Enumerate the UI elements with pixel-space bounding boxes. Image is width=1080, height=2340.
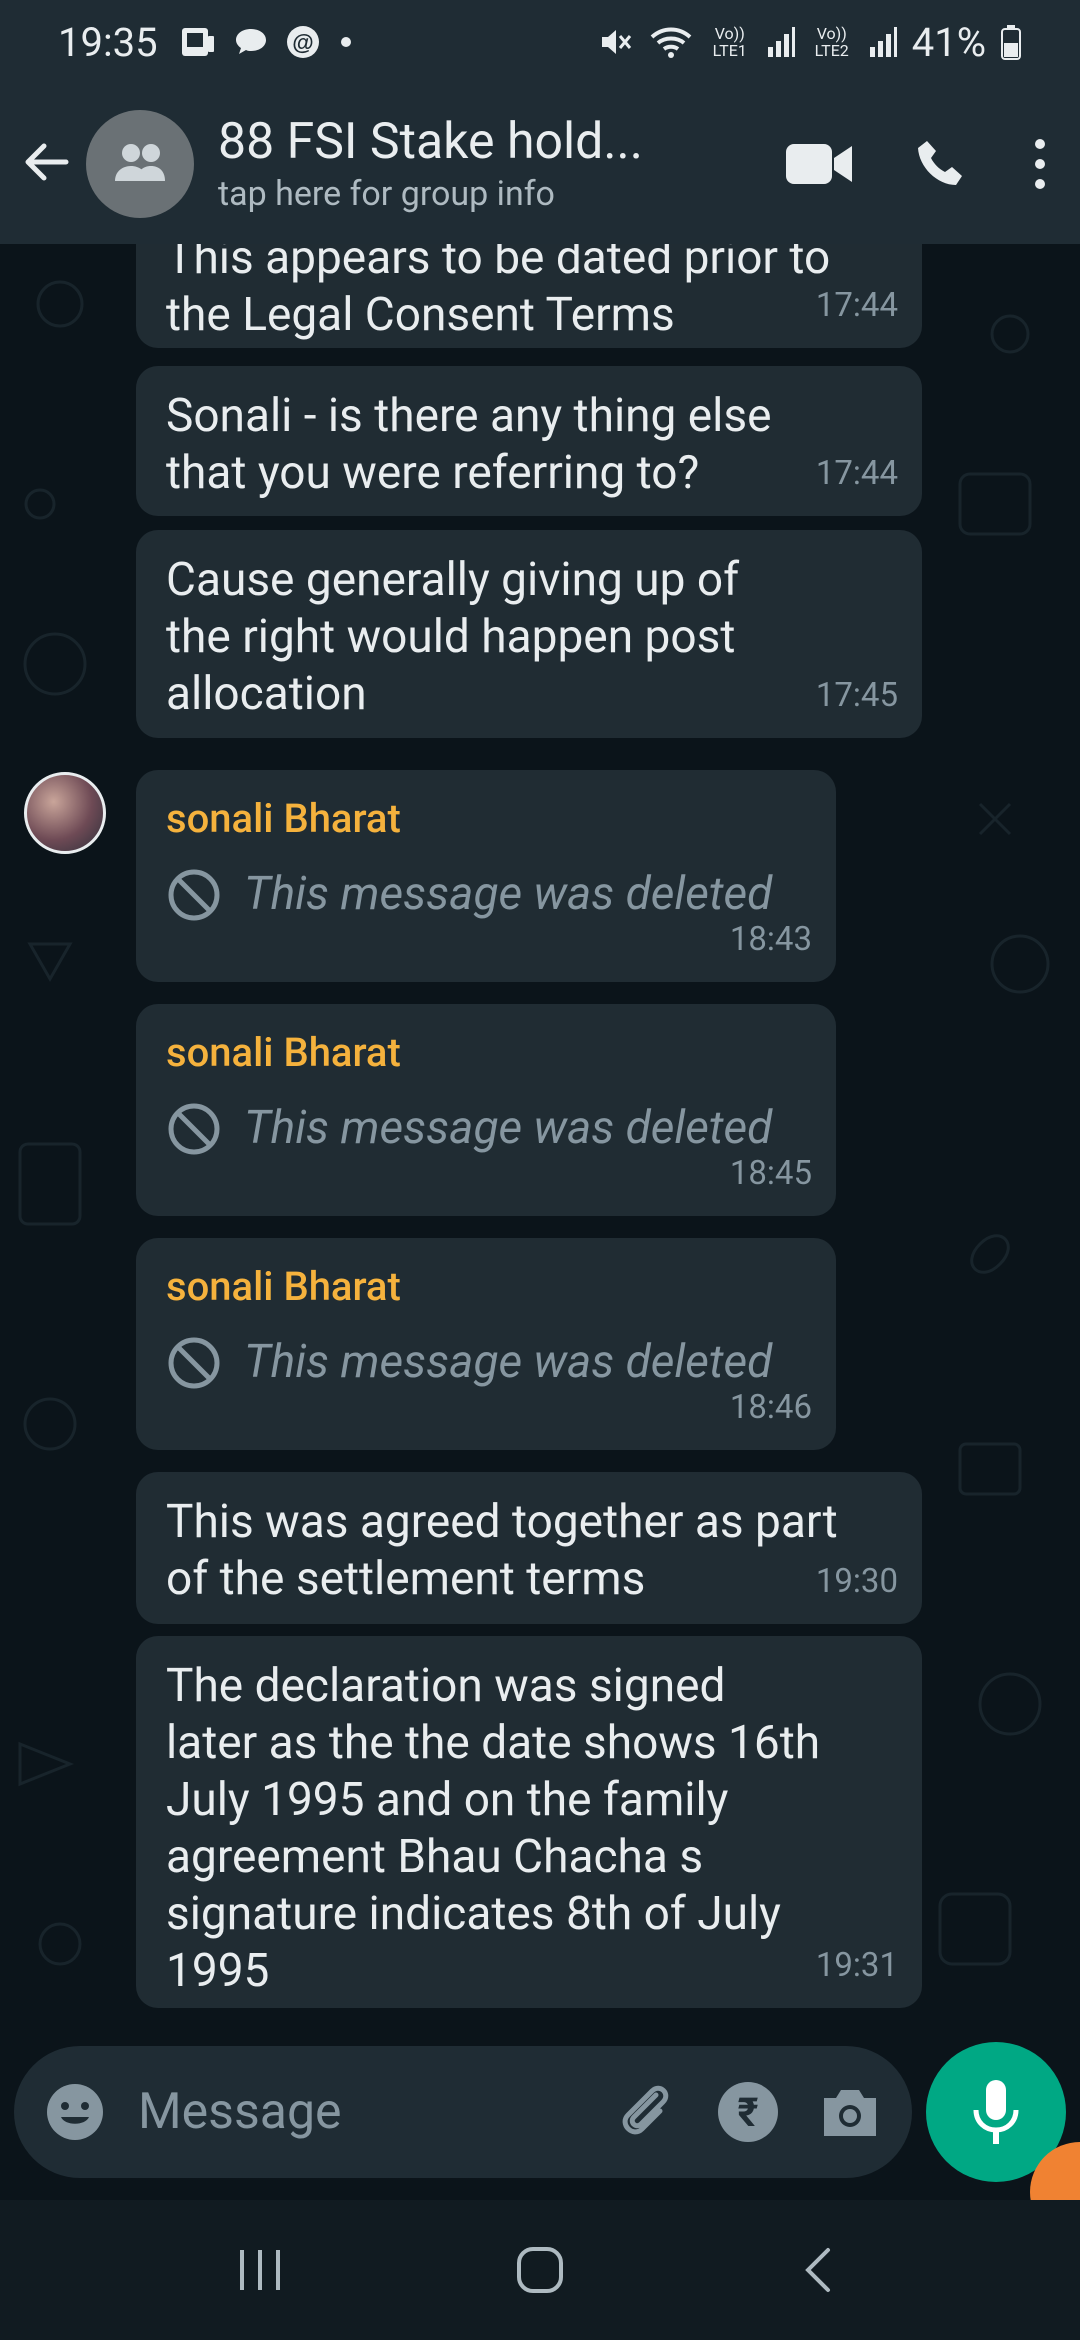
voice-call-button[interactable] [880, 137, 1000, 191]
phone-icon [918, 141, 962, 185]
message-time: 18:45 [729, 1154, 812, 1193]
microphone-icon [973, 2080, 1019, 2144]
message-text: The declaration was signed later as the … [166, 1659, 821, 1998]
dot-icon [340, 37, 351, 47]
status-time: 19:35 [58, 18, 158, 66]
prohibited-icon [168, 1337, 220, 1388]
sender-name[interactable]: sonali Bharat [166, 792, 806, 846]
sim2-label: Vo)) LTE2 [814, 24, 849, 60]
prohibited-icon [168, 869, 220, 920]
deleted-message-bubble[interactable]: sonali Bharat This message was deleted 1… [136, 770, 836, 982]
deleted-notice: This message was deleted [166, 1100, 806, 1157]
sim1-label: Vo)) LTE1 [712, 24, 747, 60]
message-time: 18:46 [729, 1388, 812, 1427]
arrow-left-icon [25, 143, 69, 181]
deleted-text: This message was deleted [244, 1101, 773, 1155]
video-call-button[interactable] [760, 140, 880, 188]
svg-text:@: @ [292, 30, 313, 55]
message-text: This was agreed together as part of the … [166, 1495, 838, 1606]
battery-percent: 41% [911, 18, 986, 66]
message-bubble[interactable]: Sonali - is there any thing else that yo… [136, 366, 922, 516]
camera-icon[interactable] [818, 2084, 882, 2140]
mute-icon [601, 30, 631, 54]
message-bubble[interactable]: This was agreed together as part of the … [136, 1472, 922, 1624]
message-bubble[interactable]: Cause generally giving up of the right w… [136, 530, 922, 738]
message-input[interactable]: Message [138, 2083, 342, 2141]
emoji-icon[interactable] [44, 2081, 106, 2143]
recent-apps-icon[interactable] [234, 2244, 286, 2296]
message-time: 17:45 [815, 676, 898, 715]
status-bar: 19:35 @ Vo)) LTE1 Vo)) LTE2 41% [0, 0, 1080, 84]
message-bubble[interactable]: This appears to be dated prior to the Le… [136, 244, 922, 348]
phone-screen: 19:35 @ Vo)) LTE1 Vo)) LTE2 41% 88 FSI S… [0, 0, 1080, 2340]
message-time: 17:44 [815, 286, 898, 325]
wifi-icon [650, 27, 692, 58]
system-navigation-bar [0, 2200, 1080, 2340]
group-subtitle: tap here for group info [218, 174, 555, 214]
message-time: 19:30 [815, 1562, 898, 1601]
message-text: Sonali - is there any thing else that yo… [166, 389, 772, 500]
deleted-notice: This message was deleted [166, 1334, 806, 1391]
message-time: 19:31 [815, 1946, 898, 1985]
group-avatar[interactable] [86, 110, 194, 218]
chat-header: 88 FSI Stake hold... tap here for group … [0, 84, 1080, 244]
tablet-notification-icon [181, 28, 214, 56]
notification-icons: @ [178, 22, 356, 62]
chat-notification-icon [235, 29, 266, 54]
message-text: This appears to be dated prior to the Le… [166, 244, 831, 342]
rupee-icon: ₹ [737, 2088, 759, 2136]
deleted-message-bubble[interactable]: sonali Bharat This message was deleted 1… [136, 1238, 836, 1450]
deleted-notice: This message was deleted [166, 866, 806, 923]
deleted-message-bubble[interactable]: sonali Bharat This message was deleted 1… [136, 1004, 836, 1216]
back-nav-icon[interactable] [794, 2244, 846, 2296]
signal-2-icon [869, 27, 897, 57]
message-text: Cause generally giving up of the right w… [166, 553, 740, 721]
payment-button[interactable]: ₹ [718, 2082, 778, 2142]
back-button[interactable] [18, 134, 82, 194]
sender-name[interactable]: sonali Bharat [166, 1026, 806, 1080]
sender-name[interactable]: sonali Bharat [166, 1260, 806, 1314]
threads-notification-icon: @ [286, 26, 319, 58]
sender-avatar[interactable] [24, 772, 106, 854]
group-info[interactable]: 88 FSI Stake hold... tap here for group … [218, 112, 678, 216]
message-time: 17:44 [815, 454, 898, 493]
battery-icon [1001, 25, 1021, 60]
attachment-icon[interactable] [616, 2081, 678, 2143]
message-time: 18:43 [729, 920, 812, 959]
more-options-button[interactable] [1000, 136, 1080, 192]
deleted-text: This message was deleted [244, 1335, 773, 1389]
message-bubble[interactable]: The declaration was signed later as the … [136, 1636, 922, 2008]
group-title: 88 FSI Stake hold... [218, 113, 643, 171]
message-composer: Message ₹ [14, 2046, 912, 2178]
video-camera-icon [786, 144, 852, 184]
deleted-text: This message was deleted [244, 867, 773, 921]
message-list[interactable]: This appears to be dated prior to the Le… [0, 244, 1080, 2044]
home-icon[interactable] [514, 2244, 566, 2296]
more-vertical-icon [1035, 139, 1045, 189]
system-icons: Vo)) LTE1 Vo)) LTE2 41% [596, 19, 1022, 66]
prohibited-icon [168, 1103, 220, 1154]
signal-1-icon [767, 27, 795, 57]
group-icon [115, 144, 165, 181]
